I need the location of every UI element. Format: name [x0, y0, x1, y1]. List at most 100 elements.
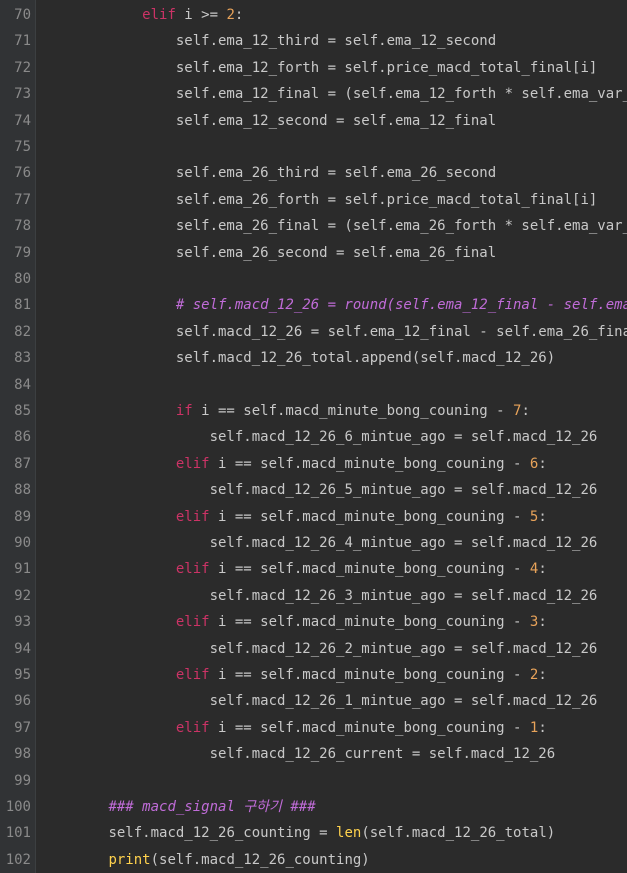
code-line[interactable]: 71 self.ema_12_third = self.ema_12_secon… [0, 28, 627, 54]
code-token: self.macd_12_26_counting = [108, 825, 337, 842]
code-line[interactable]: 83 self.macd_12_26_total.append(self.mac… [0, 345, 627, 371]
code-line[interactable]: 79 self.ema_26_second = self.ema_26_fina… [0, 240, 627, 266]
keyword-token: elif [175, 561, 210, 578]
line-number: 71 [14, 33, 31, 50]
line-number: 92 [14, 587, 31, 604]
code-text[interactable]: self.macd_12_26_3_mintue_ago = self.macd… [41, 583, 598, 609]
code-text[interactable]: print(self.macd_12_26_counting) [41, 847, 370, 873]
code-line[interactable]: 94 self.macd_12_26_2_mintue_ago = self.m… [0, 636, 627, 662]
code-line[interactable]: 70 elif i >= 2: [0, 2, 627, 28]
code-token: self.macd_12_26_1_mintue_ago = self.macd… [209, 693, 598, 710]
code-text[interactable]: elif i == self.macd_minute_bong_couning … [41, 662, 547, 688]
code-text[interactable]: self.macd_12_26_1_mintue_ago = self.macd… [41, 688, 598, 714]
line-number: 72 [14, 59, 31, 76]
code-line[interactable]: 101 self.macd_12_26_counting = len(self.… [0, 820, 627, 846]
code-line[interactable]: 76 self.ema_26_third = self.ema_26_secon… [0, 160, 627, 186]
keyword-token: if [175, 403, 193, 419]
code-token: i >= [175, 7, 227, 23]
code-text[interactable]: self.ema_26_final = (self.ema_26_forth *… [41, 213, 627, 239]
code-text[interactable]: if i == self.macd_minute_bong_couning - … [41, 398, 530, 424]
line-number: 79 [14, 244, 31, 261]
code-token: self.ema_26_third = self.ema_26_second [175, 165, 497, 182]
code-text[interactable]: elif i == self.macd_minute_bong_couning … [41, 504, 547, 530]
code-line[interactable]: 75 [0, 134, 627, 160]
code-text[interactable]: self.macd_12_26_2_mintue_ago = self.macd… [41, 636, 598, 662]
code-token: : [538, 719, 547, 736]
code-line[interactable]: 87 elif i == self.macd_minute_bong_couni… [0, 451, 627, 477]
code-line[interactable]: 73 self.ema_12_final = (self.ema_12_fort… [0, 81, 627, 107]
code-line[interactable]: 95 elif i == self.macd_minute_bong_couni… [0, 662, 627, 688]
code-text[interactable]: self.macd_12_26_6_mintue_ago = self.macd… [41, 424, 598, 450]
code-text[interactable]: self.ema_26_third = self.ema_26_second [41, 160, 496, 186]
code-text[interactable]: elif i == self.macd_minute_bong_couning … [41, 715, 547, 741]
code-line[interactable]: 77 self.ema_26_forth = self.price_macd_t… [0, 187, 627, 213]
line-number: 84 [14, 376, 31, 393]
code-line[interactable]: 92 self.macd_12_26_3_mintue_ago = self.m… [0, 583, 627, 609]
code-token: i == self.macd_minute_bong_couning - [209, 561, 530, 578]
code-text[interactable]: self.macd_12_26_counting = len(self.macd… [41, 820, 555, 846]
code-line[interactable]: 97 elif i == self.macd_minute_bong_couni… [0, 715, 627, 741]
code-line[interactable]: 84 [0, 372, 627, 398]
code-line[interactable]: 93 elif i == self.macd_minute_bong_couni… [0, 609, 627, 635]
code-line[interactable]: 98 self.macd_12_26_current = self.macd_1… [0, 741, 627, 767]
code-text[interactable]: self.macd_12_26_total.append(self.macd_1… [41, 345, 555, 371]
code-text[interactable]: self.macd_12_26 = self.ema_12_final - se… [41, 319, 627, 345]
code-text[interactable]: self.macd_12_26_current = self.macd_12_2… [41, 741, 556, 767]
code-token: self.ema_12_second = self.ema_12_final [175, 112, 497, 129]
code-text[interactable]: self.ema_12_final = (self.ema_12_forth *… [41, 81, 627, 107]
code-line[interactable]: 90 self.macd_12_26_4_mintue_ago = self.m… [0, 530, 627, 556]
code-line[interactable]: 100 ### macd_signal 구하기 ### [0, 794, 627, 820]
code-text[interactable]: self.ema_12_third = self.ema_12_second [41, 28, 496, 54]
code-text[interactable]: elif i >= 2: [41, 2, 243, 28]
code-token: self.macd_12_26_5_mintue_ago = self.macd… [209, 482, 598, 499]
code-text[interactable]: self.ema_12_second = self.ema_12_final [41, 108, 496, 134]
code-line[interactable]: 82 self.macd_12_26 = self.ema_12_final -… [0, 319, 627, 345]
builtin-token: len [336, 825, 362, 842]
line-number: 74 [14, 112, 31, 129]
code-token: i == self.macd_minute_bong_couning - [209, 508, 530, 525]
code-line[interactable]: 89 elif i == self.macd_minute_bong_couni… [0, 504, 627, 530]
code-text[interactable]: elif i == self.macd_minute_bong_couning … [41, 451, 547, 477]
keyword-token: elif [142, 7, 176, 23]
line-number: 99 [14, 772, 31, 789]
code-line[interactable]: 99 [0, 768, 627, 794]
code-line[interactable]: 102 print(self.macd_12_26_counting) [0, 847, 627, 873]
code-text[interactable]: self.ema_26_second = self.ema_26_final [41, 240, 496, 266]
line-number: 100 [5, 799, 31, 815]
code-token: self.macd_12_26 = self.ema_12_final - se… [175, 323, 627, 340]
code-editor[interactable]: 70 elif i >= 2: 71 self.ema_12_third = se… [0, 0, 627, 873]
code-token: (self.macd_12_26_counting) [150, 851, 370, 868]
line-number: 70 [14, 7, 31, 23]
code-line[interactable]: 72 self.ema_12_forth = self.price_macd_t… [0, 55, 627, 81]
code-token: self.macd_12_26_3_mintue_ago = self.macd… [209, 587, 598, 604]
code-line[interactable]: 78 self.ema_26_final = (self.ema_26_fort… [0, 213, 627, 239]
code-token: : [521, 403, 530, 419]
code-text[interactable]: self.macd_12_26_4_mintue_ago = self.macd… [41, 530, 598, 556]
code-line[interactable]: 88 self.macd_12_26_5_mintue_ago = self.m… [0, 477, 627, 503]
code-line[interactable]: 74 self.ema_12_second = self.ema_12_fina… [0, 108, 627, 134]
code-line[interactable]: 86 self.macd_12_26_6_mintue_ago = self.m… [0, 424, 627, 450]
code-line[interactable]: 85 if i == self.macd_minute_bong_couning… [0, 398, 627, 424]
code-text[interactable]: ### macd_signal 구하기 ### [41, 794, 315, 820]
line-number: 87 [14, 455, 31, 472]
line-number: 88 [14, 482, 31, 499]
code-text[interactable]: elif i == self.macd_minute_bong_couning … [41, 609, 547, 635]
code-text[interactable]: elif i == self.macd_minute_bong_couning … [41, 556, 547, 582]
code-text[interactable]: self.ema_26_forth = self.price_macd_tota… [41, 187, 597, 213]
code-text[interactable]: # self.macd_12_26 = round(self.ema_12_fi… [41, 292, 627, 318]
code-token: : [234, 7, 244, 23]
code-text[interactable]: self.ema_12_forth = self.price_macd_tota… [41, 55, 597, 81]
code-line[interactable]: 80 [0, 266, 627, 292]
code-line[interactable]: 91 elif i == self.macd_minute_bong_couni… [0, 556, 627, 582]
code-line[interactable]: 96 self.macd_12_26_1_mintue_ago = self.m… [0, 688, 627, 714]
code-text[interactable]: self.macd_12_26_5_mintue_ago = self.macd… [41, 477, 598, 503]
code-token: self.macd_12_26_total.append(self.macd_1… [175, 350, 556, 367]
code-line[interactable]: 81 # self.macd_12_26 = round(self.ema_12… [0, 292, 627, 318]
line-number: 96 [14, 693, 31, 710]
